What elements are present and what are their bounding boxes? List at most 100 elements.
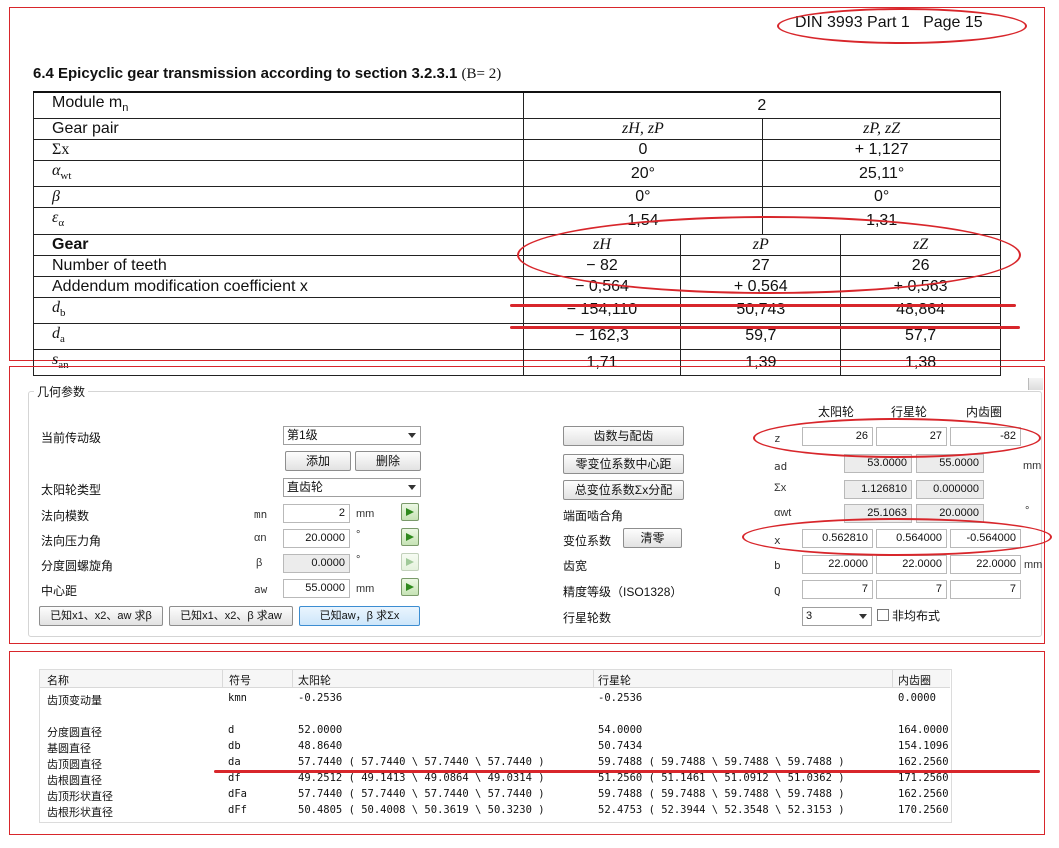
alpha-wt-unit: °	[1025, 505, 1030, 517]
solve-sum-x-button[interactable]: 已知aw，β 求Σx	[299, 606, 420, 626]
table-cell-sym: db	[228, 740, 241, 752]
table-cell-sym: dFa	[228, 788, 247, 800]
table-cell-sym: d	[228, 724, 235, 736]
table-cell-sym: da	[228, 756, 241, 768]
apply-arrow-icon[interactable]	[401, 578, 419, 596]
clear-button[interactable]: 清零	[623, 528, 682, 548]
apply-arrow-icon[interactable]	[401, 553, 419, 571]
table-row: db − 154,110 50,743 48,864	[33, 296, 1001, 324]
width-unit: mm	[1024, 559, 1043, 571]
sun-type-select[interactable]: 直齿轮	[283, 478, 421, 497]
accuracy-planet-input[interactable]: 7	[876, 580, 947, 599]
col-divider	[892, 670, 893, 687]
table-cell-sun: 57.7440 ( 57.7440 \ 57.7440 \ 57.7440 )	[298, 788, 545, 800]
width-sun-input[interactable]: 22.0000	[802, 555, 873, 574]
cell-value: 0	[522, 139, 764, 162]
table-cell-sym: dFf	[228, 804, 247, 816]
apply-arrow-icon[interactable]	[401, 528, 419, 546]
table-row	[40, 739, 950, 755]
cell-value: 2	[522, 91, 1002, 120]
table-cell-ring: 154.1096	[898, 740, 949, 752]
col-header-ring: 内齿圈	[898, 675, 931, 687]
solve-aw-button[interactable]: 已知x1、x2、β 求aw	[169, 606, 293, 626]
table-cell-name: 基圆直径	[47, 743, 91, 755]
section-param: (B= 2)	[461, 66, 502, 82]
pressure-angle-input[interactable]: 20.0000	[283, 529, 350, 548]
chevron-down-icon	[859, 614, 867, 619]
table-cell-name: 齿根圆直径	[47, 775, 102, 787]
row-label: εα	[33, 207, 524, 235]
helix-angle-symbol: β	[256, 557, 263, 569]
table-row	[40, 723, 950, 739]
sum-x-value-1: 1.126810	[844, 480, 912, 499]
col-header-ring: 内齿圈	[966, 405, 1003, 419]
cell-value: 0°	[762, 186, 1001, 209]
zero-shift-center-button[interactable]: 零变位系数中心距	[563, 454, 684, 474]
symbol-alpha-wt: αwt	[774, 507, 792, 519]
teeth-matching-button[interactable]: 齿数与配齿	[563, 426, 684, 446]
cell-value: 48,864	[840, 296, 1001, 324]
col-divider	[222, 670, 223, 687]
cell-value: zH, zP	[522, 118, 764, 141]
accuracy-grade-label: 精度等级（ISO1328）	[563, 585, 683, 599]
table-cell-planet: 54.0000	[598, 724, 643, 736]
apply-arrow-icon[interactable]	[401, 503, 419, 521]
table-cell-sym: kmn	[228, 692, 247, 704]
db-annotation-line	[510, 304, 1016, 307]
table-cell-planet: 50.7434	[598, 740, 643, 752]
row-label: Number of teeth	[33, 254, 524, 277]
module-label: 法向模数	[41, 509, 90, 523]
center-distance-symbol: aw	[254, 583, 268, 596]
results-header-row	[40, 670, 950, 688]
table-cell-name: 齿顶圆直径	[47, 759, 102, 771]
width-planet-input[interactable]: 22.0000	[876, 555, 947, 574]
chevron-down-icon	[408, 485, 416, 490]
helix-angle-label: 分度圆螺旋角	[41, 559, 114, 573]
solve-beta-button[interactable]: 已知x1、x2、aw 求β	[39, 606, 163, 626]
sun-type-label: 太阳轮类型	[41, 483, 102, 497]
window-edge	[1028, 378, 1043, 390]
stage-select-value: 第1级	[287, 428, 318, 442]
symbol-q: Q	[774, 585, 781, 598]
table-cell-ring: 162.2560 (	[898, 756, 950, 768]
ad-unit: mm	[1023, 460, 1042, 472]
table-cell-name: 齿顶形状直径	[47, 791, 113, 803]
header-annotation-oval	[777, 8, 1027, 44]
pressure-angle-symbol: αn	[254, 532, 267, 544]
total-shift-distribution-button[interactable]: 总变位系数Σx分配	[563, 480, 684, 500]
nonuniform-checkbox[interactable]	[877, 609, 889, 621]
center-distance-input[interactable]: 55.0000	[283, 579, 350, 598]
teeth-input-annotation-oval	[753, 418, 1041, 458]
table-cell-planet: 59.7488 ( 59.7488 \ 59.7488 \ 59.7488 )	[598, 788, 845, 800]
table-row	[40, 691, 950, 707]
col-header-sun: 太阳轮	[298, 675, 331, 687]
accuracy-ring-input[interactable]: 7	[950, 580, 1021, 599]
width-ring-input[interactable]: 22.0000	[950, 555, 1021, 574]
table-cell-name: 齿根形状直径	[47, 807, 113, 819]
symbol-sum-x: Σx	[774, 482, 787, 494]
table-row: β 0° 0°	[33, 186, 1001, 209]
table-row: Σx 0 + 1,127	[33, 139, 1001, 162]
add-button[interactable]: 添加	[285, 451, 351, 471]
table-row: αwt 20° 25,11°	[33, 160, 1001, 188]
row-label: Addendum modification coefficient x	[33, 275, 524, 298]
table-cell-sun: -0.2536	[298, 692, 343, 704]
stage-label: 当前传动级	[41, 431, 102, 445]
shift-coefficient-label: 变位系数	[563, 534, 612, 548]
planet-count-select[interactable]: 3	[802, 607, 872, 626]
table-cell-sun: 49.2512 ( 49.1413 \ 49.0864 \ 49.0314 )	[298, 772, 545, 784]
pressure-angle-label: 法向压力角	[41, 534, 102, 548]
table-cell-sun: 57.7440 ( 57.7440 \ 57.7440 \ 57.7440 )	[298, 756, 545, 768]
accuracy-sun-input[interactable]: 7	[802, 580, 873, 599]
section-title-text: 6.4 Epicyclic gear transmission accordin…	[33, 65, 458, 82]
helix-angle-input[interactable]: 0.0000	[283, 554, 350, 573]
module-input[interactable]: 2	[283, 504, 350, 523]
center-distance-unit: mm	[356, 583, 375, 595]
delete-button[interactable]: 删除	[355, 451, 421, 471]
table-cell-sym: df	[228, 772, 241, 784]
table-cell-sun: 48.8640	[298, 740, 343, 752]
col-header-sun: 太阳轮	[818, 405, 855, 419]
table-cell-ring: 164.0000	[898, 724, 949, 736]
table-cell-ring: 162.2560 (	[898, 788, 950, 800]
stage-select[interactable]: 第1级	[283, 426, 421, 445]
